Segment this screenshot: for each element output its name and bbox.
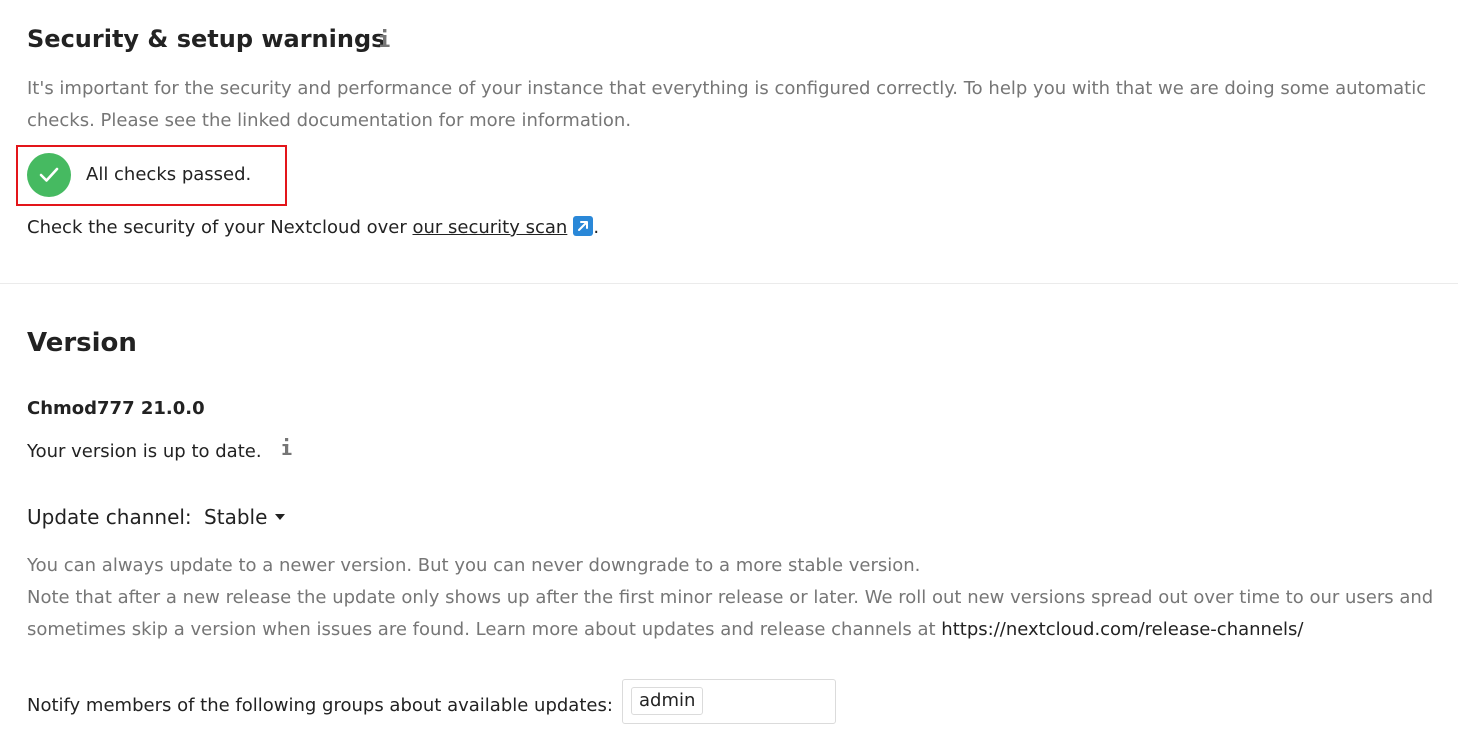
- scan-suffix: .: [593, 217, 600, 238]
- status-text: All checks passed.: [86, 164, 252, 185]
- update-channel-select[interactable]: Stable: [204, 502, 286, 532]
- update-note-line1: You can always update to a newer version…: [27, 555, 921, 576]
- caret-down-icon[interactable]: [275, 514, 286, 520]
- notify-groups-input[interactable]: admin: [622, 679, 836, 724]
- group-tag[interactable]: admin: [631, 687, 704, 715]
- scan-prefix: Check the security of your Nextcloud ove…: [27, 217, 413, 238]
- security-scan-line: Check the security of your Nextcloud ove…: [27, 212, 599, 244]
- version-status: Your version is up to date.: [27, 441, 262, 462]
- check-circle-icon: [27, 153, 71, 197]
- security-description-line1: It's important for the security and perf…: [27, 78, 1427, 99]
- version-section: Version Chmod777 21.0.0 Your version is …: [0, 284, 1458, 755]
- update-note-line3: sometimes skip a version when issues are…: [27, 614, 1437, 646]
- update-note-line3-text: sometimes skip a version when issues are…: [27, 619, 942, 640]
- scan-link-label[interactable]: our security scan: [412, 217, 567, 238]
- version-name: Chmod777 21.0.0: [27, 398, 205, 419]
- security-scan-link[interactable]: our security scan: [412, 216, 594, 238]
- external-link-icon[interactable]: [573, 216, 594, 236]
- info-icon[interactable]: [281, 437, 295, 459]
- release-channels-url: https://nextcloud.com/release-channels/: [941, 619, 1304, 640]
- security-section: Security & setup warnings It's important…: [0, 0, 1458, 284]
- version-heading: Version: [27, 328, 137, 358]
- update-note-line2: Note that after a new release the update…: [27, 587, 1434, 608]
- info-icon[interactable]: [378, 28, 392, 50]
- security-description-line2: checks. Please see the linked documentat…: [27, 110, 632, 131]
- update-channel-value[interactable]: Stable: [204, 505, 267, 529]
- update-channel-row: Update channel: Stable: [27, 502, 286, 532]
- security-heading: Security & setup warnings: [27, 25, 386, 53]
- update-channel-label: Update channel:: [27, 505, 192, 529]
- notify-groups-label: Notify members of the following groups a…: [27, 695, 613, 716]
